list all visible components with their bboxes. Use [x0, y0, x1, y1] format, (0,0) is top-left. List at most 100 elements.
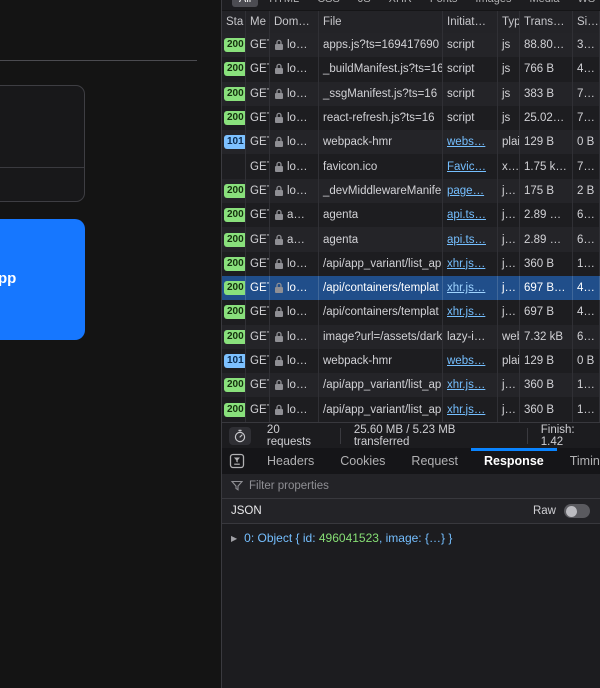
column-header[interactable]: Trans…	[520, 11, 573, 33]
initiator-text: script	[447, 39, 474, 51]
column-header[interactable]: File	[319, 11, 443, 33]
file-cell: /api/app_variant/list_ap	[319, 252, 443, 276]
type-cell: j…	[498, 397, 520, 421]
method-cell: GET	[246, 203, 270, 227]
status-badge: 200	[224, 257, 246, 271]
domain-text: a…	[287, 209, 305, 221]
performance-analysis-button[interactable]	[229, 427, 251, 445]
transferred-cell: 175 B	[520, 179, 573, 203]
size-cell: 3…	[573, 33, 600, 57]
request-row[interactable]: 200GETa…agentaapi.ts…j…2.89 …6…	[222, 203, 600, 227]
size-cell: 1…	[573, 397, 600, 421]
request-row[interactable]: 200GETa…agentaapi.ts…j…2.89 …6…	[222, 227, 600, 251]
status-cell: 200	[222, 227, 246, 251]
initiator-cell: webs…	[443, 349, 498, 373]
column-header[interactable]: Sta	[222, 11, 246, 33]
tab-headers[interactable]: Headers	[254, 448, 327, 474]
status-cell: 200	[222, 373, 246, 397]
domain-text: lo…	[287, 161, 307, 173]
initiator-link[interactable]: webs…	[447, 136, 485, 148]
type-cell: plain	[498, 349, 520, 373]
create-app-button[interactable]: pp	[0, 219, 85, 340]
request-row[interactable]: 200GETlo…/api/app_variant/list_apxhr.js……	[222, 252, 600, 276]
type-filter-ws[interactable]: WS	[570, 0, 600, 7]
initiator-link[interactable]: page…	[447, 185, 484, 197]
domain-text: lo…	[287, 112, 307, 124]
type-filter-css[interactable]: CSS	[310, 0, 347, 7]
type-cell: plain	[498, 130, 520, 154]
initiator-cell: xhr.js…	[443, 373, 498, 397]
detail-tabs-container: HeadersCookiesRequestResponseTiming	[254, 448, 600, 474]
summary-separator	[340, 428, 341, 444]
status-badge: 200	[224, 281, 246, 295]
status-cell: 200	[222, 397, 246, 421]
request-row[interactable]: 101GETlo…webpack-hmrwebs…plain129 B0 B	[222, 130, 600, 154]
status-cell: 200	[222, 252, 246, 276]
status-badge: 200	[224, 403, 246, 417]
file-cell: apps.js?ts=169417690	[319, 33, 443, 57]
status-cell: 200	[222, 179, 246, 203]
initiator-cell: webs…	[443, 130, 498, 154]
lock-icon	[274, 39, 284, 51]
status-badge: 200	[224, 233, 246, 247]
domain-cell: lo…	[270, 33, 319, 57]
type-filter-xhr[interactable]: XHR	[382, 0, 419, 7]
initiator-link[interactable]: xhr.js…	[447, 258, 485, 270]
size-cell: 1…	[573, 252, 600, 276]
request-row[interactable]: 200GETlo…image?url=/assets/darklazy-i…we…	[222, 325, 600, 349]
initiator-link[interactable]: api.ts…	[447, 234, 486, 246]
initiator-link[interactable]: webs…	[447, 355, 485, 367]
request-row[interactable]: 200GETlo…_buildManifest.js?ts=16scriptjs…	[222, 57, 600, 81]
lock-icon	[274, 258, 284, 270]
tab-timing[interactable]: Timing	[557, 448, 600, 474]
initiator-link[interactable]: Favic…	[447, 161, 486, 173]
request-row[interactable]: 200GETlo…_devMiddlewareManifepage…j…175 …	[222, 179, 600, 203]
column-header[interactable]: Initiat…	[443, 11, 498, 33]
expand-arrow-icon[interactable]: ▶	[231, 534, 237, 543]
status-badge: 200	[224, 87, 246, 101]
initiator-link[interactable]: xhr.js…	[447, 379, 485, 391]
initiator-link[interactable]: xhr.js…	[447, 404, 485, 416]
tab-cookies[interactable]: Cookies	[327, 448, 398, 474]
domain-text: lo…	[287, 88, 307, 100]
type-filter-all[interactable]: All	[232, 0, 258, 7]
request-row[interactable]: 200GETlo…/api/containers/templatxhr.js…j…	[222, 276, 600, 300]
transferred-cell: 766 B	[520, 57, 573, 81]
request-row[interactable]: 200GETlo…/api/app_variant/list_apxhr.js……	[222, 397, 600, 421]
column-header[interactable]: Me	[246, 11, 270, 33]
request-row[interactable]: 200GETlo…apps.js?ts=169417690scriptjs88.…	[222, 33, 600, 57]
request-row[interactable]: 101GETlo…webpack-hmrwebs…plain129 B0 B	[222, 349, 600, 373]
tab-response[interactable]: Response	[471, 448, 557, 474]
column-header[interactable]: Dom…	[270, 11, 319, 33]
file-cell: _ssgManifest.js?ts=16	[319, 82, 443, 106]
request-row[interactable]: GETlo…favicon.icoFavic…x…1.75 k…7…	[222, 154, 600, 178]
filter-funnel-icon	[231, 480, 243, 492]
file-cell: agenta	[319, 203, 443, 227]
request-row[interactable]: 200GETlo…_ssgManifest.js?ts=16scriptjs38…	[222, 82, 600, 106]
type-filter-images[interactable]: Images	[468, 0, 518, 7]
type-filter-fonts[interactable]: Fonts	[423, 0, 465, 7]
lock-icon	[274, 331, 284, 343]
filter-panel-toggle-button[interactable]	[229, 453, 245, 469]
type-filter-js[interactable]: JS	[351, 0, 378, 7]
type-filter-media[interactable]: Media	[522, 0, 566, 7]
file-cell: _devMiddlewareManife	[319, 179, 443, 203]
initiator-link[interactable]: xhr.js…	[447, 306, 485, 318]
type-filter-html[interactable]: HTML	[262, 0, 306, 7]
filter-properties-input[interactable]	[249, 480, 549, 492]
column-header[interactable]: Typ	[498, 11, 520, 33]
initiator-link[interactable]: api.ts…	[447, 209, 486, 221]
lock-icon	[274, 355, 284, 367]
tab-request[interactable]: Request	[398, 448, 471, 474]
raw-response-toggle[interactable]	[564, 504, 590, 518]
size-cell: 2 B	[573, 179, 600, 203]
column-header[interactable]: Si…	[573, 11, 600, 33]
request-row[interactable]: 200GETlo…/api/containers/templatxhr.js…j…	[222, 300, 600, 324]
request-row[interactable]: 200GETlo…/api/app_variant/list_apxhr.js……	[222, 373, 600, 397]
finish-time: Finish: 1.42	[541, 424, 600, 448]
type-cell: j…	[498, 227, 520, 251]
initiator-link[interactable]: xhr.js…	[447, 282, 485, 294]
request-row[interactable]: 200GETlo…react-refresh.js?ts=16scriptjs2…	[222, 106, 600, 130]
response-object-row[interactable]: ▶ 0: Object { id: 496041523, image: {…} …	[231, 531, 600, 545]
domain-cell: lo…	[270, 179, 319, 203]
